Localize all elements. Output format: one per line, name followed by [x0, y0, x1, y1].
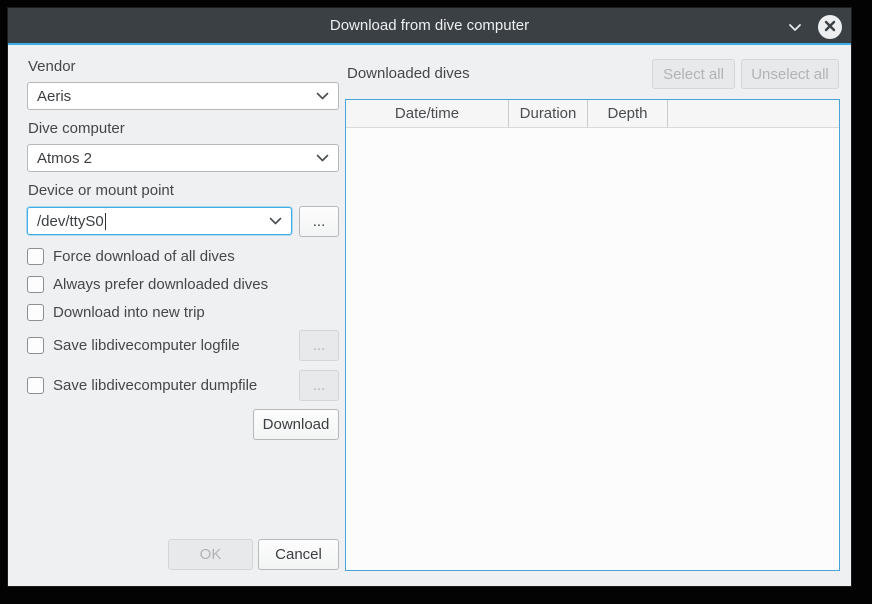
checkbox-label: Save libdivecomputer dumpfile	[53, 377, 257, 394]
dive-table-body[interactable]	[346, 128, 839, 570]
device-label: Device or mount point	[28, 182, 174, 199]
dive-table[interactable]: Date/time Duration Depth	[345, 99, 840, 571]
text-cursor	[105, 213, 106, 230]
checkbox-icon[interactable]	[27, 276, 44, 293]
vendor-label: Vendor	[28, 58, 76, 75]
dive-computer-select[interactable]: Atmos 2	[27, 144, 339, 172]
unselect-all-button[interactable]: Unselect all	[741, 59, 839, 89]
column-header-blank[interactable]	[668, 100, 839, 127]
chevron-down-icon	[316, 154, 329, 162]
chevron-down-icon	[788, 19, 802, 36]
device-value: /dev/ttyS0	[37, 213, 104, 230]
checkbox-label: Save libdivecomputer logfile	[53, 337, 240, 354]
dumpfile-browse-button[interactable]: ...	[299, 370, 339, 401]
checkbox-label: Force download of all dives	[53, 248, 235, 265]
column-header-duration[interactable]: Duration	[509, 100, 588, 127]
titlebar[interactable]: Download from dive computer	[8, 8, 851, 45]
dive-table-header: Date/time Duration Depth	[346, 100, 839, 128]
download-button[interactable]: Download	[253, 409, 339, 440]
vendor-select[interactable]: Aeris	[27, 82, 339, 110]
downloaded-dives-label: Downloaded dives	[347, 65, 470, 82]
vendor-value: Aeris	[37, 88, 71, 105]
dive-computer-value: Atmos 2	[37, 150, 92, 167]
device-input[interactable]: /dev/ttyS0	[27, 207, 292, 235]
download-dialog: Download from dive computer Vendor Aeris…	[8, 8, 851, 586]
ok-button[interactable]: OK	[168, 539, 253, 570]
window-title: Download from dive computer	[330, 17, 529, 34]
shade-button[interactable]	[785, 17, 805, 37]
checkbox-save-logfile[interactable]: Save libdivecomputer logfile	[27, 330, 339, 361]
checkbox-new-trip[interactable]: Download into new trip	[27, 304, 205, 321]
checkbox-prefer-downloaded[interactable]: Always prefer downloaded dives	[27, 276, 268, 293]
checkbox-icon[interactable]	[27, 377, 44, 394]
checkbox-icon[interactable]	[27, 248, 44, 265]
logfile-browse-button[interactable]: ...	[299, 330, 339, 361]
chevron-down-icon	[316, 92, 329, 100]
column-header-depth[interactable]: Depth	[588, 100, 668, 127]
checkbox-label: Always prefer downloaded dives	[53, 276, 268, 293]
screen: Download from dive computer Vendor Aeris…	[0, 0, 872, 604]
close-button[interactable]	[818, 15, 842, 39]
select-all-button[interactable]: Select all	[652, 59, 735, 89]
dive-computer-label: Dive computer	[28, 120, 125, 137]
checkbox-label: Download into new trip	[53, 304, 205, 321]
checkbox-icon[interactable]	[27, 337, 44, 354]
device-browse-button[interactable]: ...	[299, 206, 339, 237]
chevron-down-icon	[269, 217, 282, 225]
close-icon	[824, 19, 836, 36]
column-header-datetime[interactable]: Date/time	[346, 100, 509, 127]
checkbox-save-dumpfile[interactable]: Save libdivecomputer dumpfile	[27, 370, 339, 401]
checkbox-force-download[interactable]: Force download of all dives	[27, 248, 235, 265]
cancel-button[interactable]: Cancel	[258, 539, 339, 570]
checkbox-icon[interactable]	[27, 304, 44, 321]
